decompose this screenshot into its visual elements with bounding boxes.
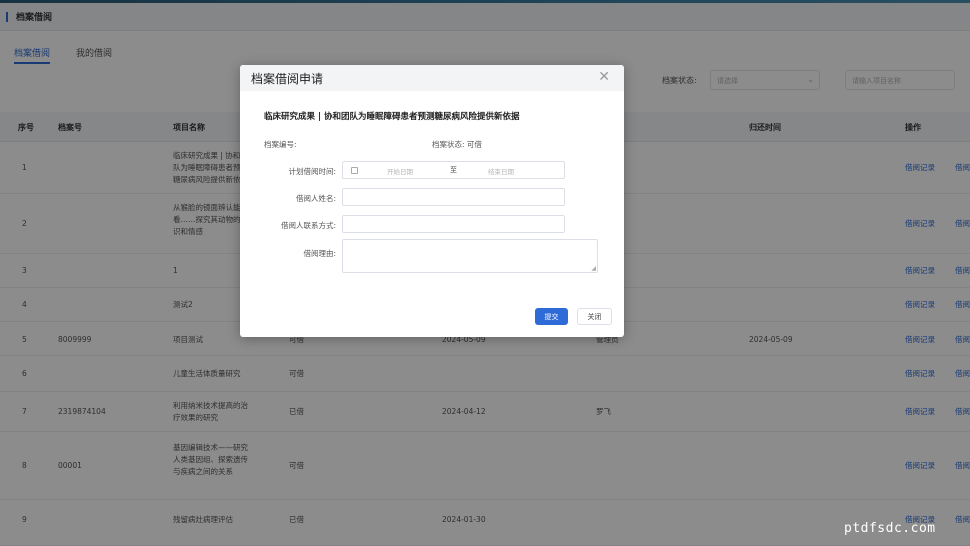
dialog-header: 档案借阅申请 ✕ [240,65,624,91]
plan-time-label: 计划借阅时间: [288,167,336,176]
close-icon[interactable]: ✕ [598,69,610,85]
borrow-request-dialog: 档案借阅申请 ✕ 临床研究成果 | 协和团队为睡眠障碍患者预测糖尿病风险提供新依… [240,65,624,337]
borrow-reason-textarea[interactable]: ◢ [342,239,598,273]
close-button[interactable]: 关闭 [577,308,612,325]
archive-no-label: 档案编号: [264,140,297,149]
borrower-name-input[interactable] [342,188,565,206]
range-separator: 至 [450,166,457,174]
archive-status: 档案状态: 可借 [432,140,482,149]
archive-subject: 临床研究成果 | 协和团队为睡眠障碍患者预测糖尿病风险提供新依据 [264,112,520,122]
borrower-contact-label: 借阅人联系方式: [280,221,336,230]
plan-date-range[interactable]: 开始日期 至 结束日期 [342,161,565,179]
submit-button[interactable]: 提交 [535,308,568,325]
borrower-name-label: 借阅人姓名: [295,194,336,203]
start-date-placeholder: 开始日期 [387,168,413,176]
borrow-reason-label: 借阅理由: [303,249,336,258]
end-date-placeholder: 结束日期 [488,168,514,176]
resize-handle-icon[interactable]: ◢ [591,265,596,272]
borrower-contact-input[interactable] [342,215,565,233]
dialog-title: 档案借阅申请 [251,72,324,86]
calendar-icon [351,167,358,174]
watermark-text: ptdfsdc.com [844,521,936,536]
